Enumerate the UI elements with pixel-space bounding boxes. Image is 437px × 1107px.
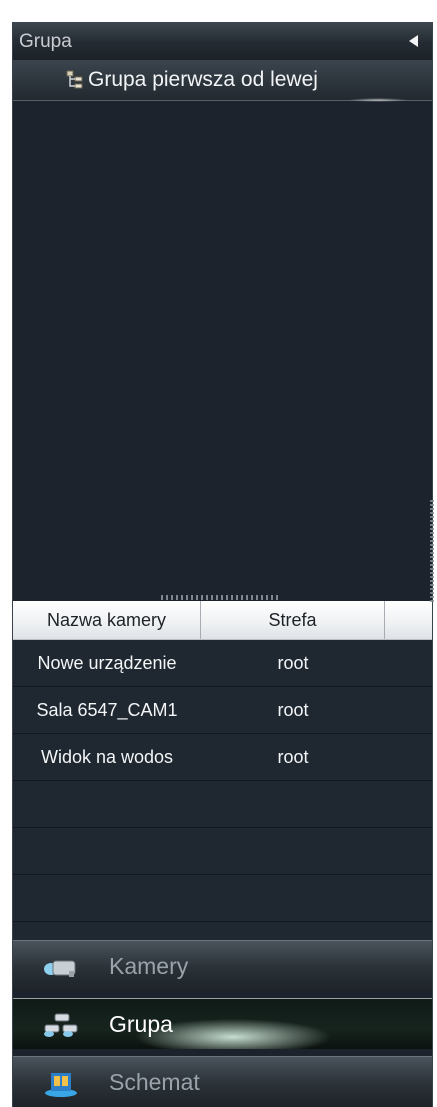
nav-item-schemat[interactable]: Schemat [13, 1056, 432, 1107]
column-header-camera-name[interactable]: Nazwa kamery [13, 601, 201, 639]
zone-cell: root [277, 746, 309, 767]
table-body: Nowe urządzenie root Sala 6547_CAM1 root… [13, 640, 432, 922]
nav-label-grupa: Grupa [109, 1011, 173, 1037]
table-header: Nazwa kamery Strefa [13, 601, 432, 640]
table-row-empty [13, 828, 432, 875]
side-panel: Grupa Grupa pierwsza od lewej Nazwa kame… [12, 22, 433, 1107]
map-icon [45, 1073, 77, 1097]
collapse-button[interactable] [402, 31, 424, 51]
zone-cell [201, 781, 385, 827]
camera-name-cell: Nowe urządzenie [37, 652, 177, 673]
zone-cell [201, 828, 385, 874]
column-header-zone[interactable]: Strefa [201, 601, 385, 639]
tree-icon [66, 70, 83, 89]
panel-title: Grupa [19, 31, 72, 52]
zone-cell: root [277, 699, 309, 720]
camera-name-cell: Widok na wodos [40, 746, 174, 767]
splitter-grip[interactable] [161, 595, 279, 600]
camera-name-cell: Sala 6547_CAM1 [36, 699, 178, 720]
table-row[interactable]: Nowe urządzenie root [13, 640, 432, 687]
nav-item-grupa[interactable]: Grupa [13, 998, 432, 1049]
column-header-extra[interactable] [385, 601, 432, 639]
table-row-empty [13, 875, 432, 922]
group-icon [44, 1013, 78, 1037]
tree-highlight [348, 98, 408, 102]
nav-label-kamery: Kamery [109, 953, 189, 979]
nav-item-kamery[interactable]: Kamery [13, 940, 432, 991]
table-row-empty [13, 781, 432, 828]
nav-label-schemat: Schemat [109, 1069, 200, 1095]
tree-item-root[interactable]: Grupa pierwsza od lewej [13, 60, 432, 102]
triangle-left-icon [409, 35, 418, 47]
zone-cell [201, 875, 385, 921]
zone-cell: root [277, 652, 309, 673]
table-row[interactable]: Sala 6547_CAM1 root [13, 687, 432, 734]
camera-name-cell [13, 781, 201, 827]
group-tree: Grupa pierwsza od lewej [13, 60, 432, 600]
tree-item-label: Grupa pierwsza od lewej [88, 68, 318, 91]
camera-name-cell [13, 828, 201, 874]
camera-name-cell [13, 875, 201, 921]
camera-table: Nazwa kamery Strefa Nowe urządzenie root… [13, 601, 432, 961]
camera-icon [44, 960, 76, 977]
resize-handle[interactable] [430, 500, 434, 604]
panel-header: Grupa [13, 22, 432, 61]
table-row[interactable]: Widok na wodos root [13, 734, 432, 781]
